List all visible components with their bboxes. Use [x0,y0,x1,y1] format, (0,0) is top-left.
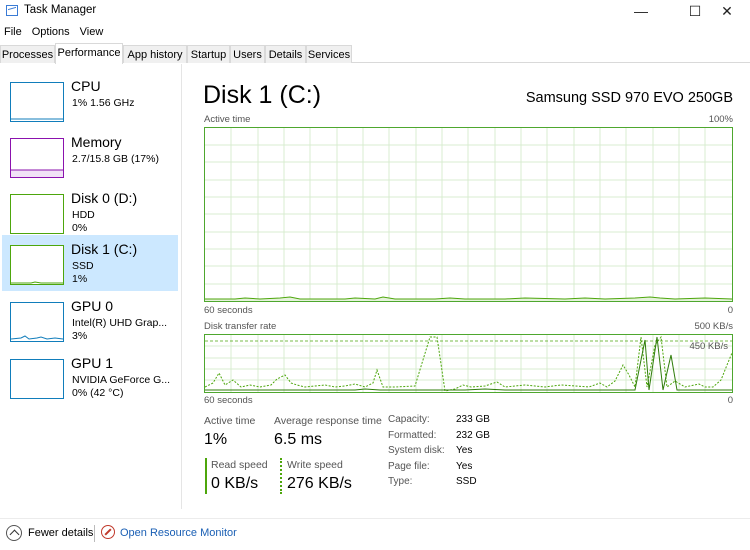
response-time-stat-value: 6.5 ms [274,431,323,448]
active-time-stat-label: Active time [204,415,256,427]
active-time-graph-min: 0 [727,305,733,316]
active-time-stat-value: 1% [204,431,228,448]
transfer-graph-min: 0 [727,395,733,406]
tab-users[interactable]: Users [230,45,265,63]
property-value: 232 GB [456,430,490,441]
window-title: Task Manager [24,4,97,16]
write-speed-label: Write speed [287,459,343,471]
sidebar-item-label: GPU 0 [71,298,114,314]
transfer-rate-graph: 450 KB/s [204,334,733,393]
active-time-graph [204,127,733,302]
disk-model: Samsung SSD 970 EVO 250GB [525,90,733,106]
sidebar-item-disk-0[interactable]: Disk 0 (D:) HDD 0% [2,184,178,240]
page-title: Disk 1 (C:) [203,81,322,109]
transfer-graph-x-label: 60 seconds [204,395,253,406]
property-value: 233 GB [456,414,490,425]
cpu-thumbnail-graph [10,82,64,122]
gpu-1-thumbnail-graph [10,359,64,399]
property-key: Capacity: [388,414,430,425]
transfer-graph-label: Disk transfer rate [204,321,277,332]
open-resource-monitor-link[interactable]: Open Resource Monitor [120,527,237,539]
disk-detail-panel: Disk 1 (C:) Samsung SSD 970 EVO 250GB Ac… [182,64,750,509]
sidebar-item-disk-1[interactable]: Disk 1 (C:) SSD 1% [2,235,178,291]
resource-monitor-icon[interactable] [101,525,115,539]
sidebar-item-label: GPU 1 [71,355,114,371]
property-value: Yes [456,461,473,472]
write-speed-value: 276 KB/s [287,475,352,492]
tab-processes[interactable]: Processes [0,45,55,63]
sidebar-item-detail: SSD [72,260,94,272]
transfer-graph-max: 500 KB/s [694,321,733,332]
fewer-details-button[interactable]: Fewer details [28,527,93,539]
menu-file[interactable]: File [0,24,28,42]
sidebar-item-detail: HDD [72,209,95,221]
sidebar-item-memory[interactable]: Memory 2.7/15.8 GB (17%) [2,128,178,184]
read-speed-indicator [205,458,207,494]
menu-options[interactable]: Options [28,24,76,42]
title-bar: Task Manager — ☐ ✕ [0,0,750,22]
transfer-rate-graph-canvas [204,335,733,392]
sidebar-item-gpu-1[interactable]: GPU 1 NVIDIA GeForce G... 0% (42 °C) [2,349,178,405]
disk-0-thumbnail-graph [10,194,64,234]
sidebar-item-usage: 0% (42 °C) [72,387,124,399]
sidebar-item-gpu-0[interactable]: GPU 0 Intel(R) UHD Grap... 3% [2,292,178,348]
tab-strip: Processes Performance App history Startu… [0,43,750,64]
chevron-up-icon[interactable] [6,525,22,541]
read-speed-value: 0 KB/s [211,475,259,492]
memory-thumbnail-graph [10,138,64,178]
sidebar-item-cpu[interactable]: CPU 1% 1.56 GHz [2,72,178,128]
sidebar-item-detail: NVIDIA GeForce G... [72,374,171,386]
tab-details[interactable]: Details [265,45,306,63]
read-speed-label: Read speed [211,459,268,471]
active-time-graph-x-label: 60 seconds [204,305,253,316]
active-time-graph-max: 100% [708,114,733,125]
gpu-0-thumbnail-graph [10,302,64,342]
property-key: Type: [388,476,413,487]
response-time-stat-label: Average response time [274,415,382,427]
resource-sidebar: CPU 1% 1.56 GHz Memory 2.7/15.8 GB (17%)… [0,64,182,509]
active-time-graph-label: Active time [204,114,251,125]
menu-bar: File Options View [0,24,109,42]
close-button[interactable]: ✕ [704,0,750,22]
footer-divider [94,525,95,542]
sidebar-item-detail: 2.7/15.8 GB (17%) [72,153,159,165]
minimize-button[interactable]: — [618,0,664,22]
property-value: SSD [456,476,477,487]
sidebar-item-label: Disk 1 (C:) [71,241,138,257]
property-key: Formatted: [388,430,437,441]
sidebar-item-label: CPU [71,78,101,94]
sidebar-item-detail: 1% 1.56 GHz [72,97,135,109]
sidebar-item-label: Disk 0 (D:) [71,190,138,206]
tab-app-history[interactable]: App history [123,45,187,63]
transfer-rate-scale-line-label: 450 KB/s [689,341,728,352]
tab-services[interactable]: Services [306,45,352,63]
sidebar-item-label: Memory [71,134,122,150]
property-key: System disk: [388,445,445,456]
tab-performance[interactable]: Performance [55,43,123,64]
sidebar-item-detail: Intel(R) UHD Grap... [72,317,168,329]
property-key: Page file: [388,461,430,472]
sidebar-item-usage: 0% [72,222,88,234]
menu-view[interactable]: View [76,24,110,42]
write-speed-indicator [280,458,282,494]
tab-startup[interactable]: Startup [187,45,230,63]
footer: Fewer details Open Resource Monitor [0,518,750,550]
property-value: Yes [456,445,473,456]
sidebar-item-usage: 3% [72,330,88,342]
task-manager-icon [6,5,18,16]
active-time-graph-canvas [205,128,733,301]
disk-1-thumbnail-graph [10,245,64,285]
sidebar-item-usage: 1% [72,273,88,285]
